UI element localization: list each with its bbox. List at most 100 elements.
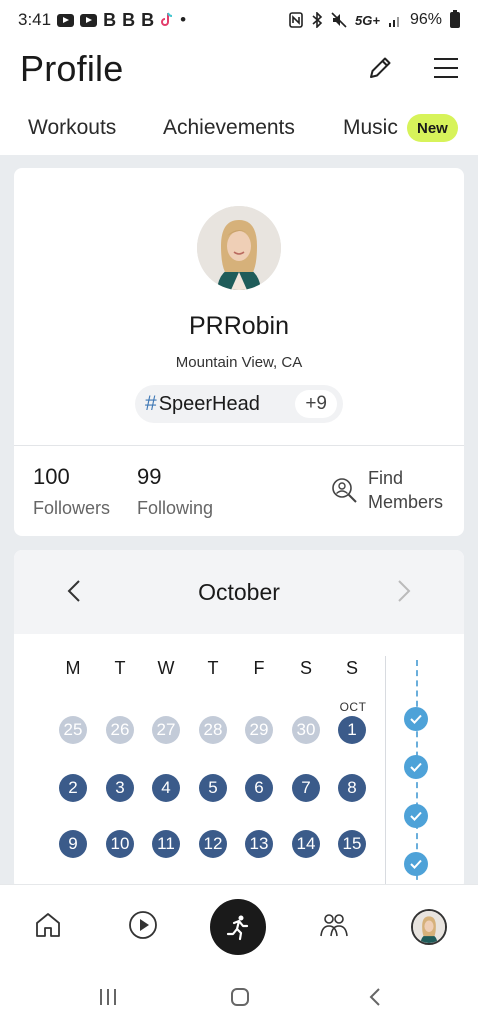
find-members-label-line2: Members [368, 492, 444, 512]
tab-achievements[interactable]: Achievements [163, 116, 295, 140]
youtube-icon [57, 13, 75, 27]
nav-profile-avatar[interactable] [411, 909, 447, 945]
followers-stat[interactable]: 100 Followers [33, 464, 110, 519]
weekday-label: T [114, 658, 126, 678]
calendar-day[interactable]: 30 [292, 716, 320, 744]
next-month-button[interactable] [396, 578, 412, 609]
calendar-day[interactable]: 10 [106, 830, 134, 858]
calendar-day[interactable]: 15 [338, 830, 366, 858]
calendar-day[interactable]: 29 [245, 716, 273, 744]
calendar-day[interactable]: 12 [199, 830, 227, 858]
hamburger-menu-icon [434, 58, 458, 78]
tab-workouts[interactable]: Workouts [28, 116, 116, 140]
runner-icon [226, 915, 249, 941]
username: PRRobin [188, 312, 290, 340]
following-stat[interactable]: 99 Following [137, 464, 213, 519]
calendar-day[interactable]: 6 [245, 774, 273, 802]
status-time: 3:41 [18, 10, 52, 29]
calendar-day[interactable]: 27 [152, 716, 180, 744]
back-icon [369, 988, 380, 1006]
calendar-header: October [14, 550, 464, 634]
youtube-icon [80, 13, 98, 27]
b-notification: B [141, 9, 155, 30]
month-marker: OCT [339, 700, 367, 714]
week-complete-check-icon [404, 852, 428, 876]
signal-icon [388, 13, 402, 27]
weekday-label: S [299, 658, 312, 678]
calendar-day[interactable]: 9 [59, 830, 87, 858]
nav-groups[interactable] [314, 905, 354, 945]
chevron-right-icon [398, 580, 411, 602]
nfc-icon [289, 12, 303, 28]
weekday-label: F [253, 658, 265, 678]
recent-apps-button[interactable] [93, 984, 123, 1010]
home-icon [36, 913, 60, 937]
nav-record-button[interactable] [210, 899, 266, 955]
bluetooth-icon [311, 12, 323, 28]
following-count: 99 [137, 464, 162, 489]
calendar-day[interactable]: 25 [59, 716, 87, 744]
calendar-day[interactable]: 3 [106, 774, 134, 802]
location: Mountain View, CA [175, 354, 303, 371]
week-complete-check-icon [404, 755, 428, 779]
calendar-day[interactable]: 2 [59, 774, 87, 802]
calendar-day[interactable]: 14 [292, 830, 320, 858]
page-title: Profile [20, 48, 124, 89]
find-members-label-line1: Find [368, 468, 404, 488]
mute-icon [331, 12, 347, 28]
network-label: 5G+ [355, 12, 380, 28]
b-notification: B [103, 9, 117, 30]
hash-icon: # [145, 392, 157, 415]
divider [14, 445, 464, 446]
weekday-label: S [345, 658, 358, 678]
battery-percent: 96% [409, 11, 442, 28]
following-label: Following [137, 498, 214, 518]
hashtag-pill[interactable]: # SpeerHead +9 [135, 385, 343, 423]
weekday-label: W [157, 658, 175, 678]
dot-icon: • [180, 10, 187, 29]
weekday-label: T [207, 658, 219, 678]
play-icon [129, 911, 157, 939]
weekday-label: M [65, 658, 81, 678]
calendar-day[interactable]: 8 [338, 774, 366, 802]
find-members-button[interactable]: Find Members [330, 466, 443, 514]
week-complete-check-icon [404, 804, 428, 828]
followers-label: Followers [33, 498, 111, 518]
b-notification: B [122, 9, 136, 30]
hashtag-more-count[interactable]: +9 [295, 390, 337, 418]
calendar-day[interactable]: 1 [338, 716, 366, 744]
system-nav-bar [0, 972, 478, 1024]
menu-button[interactable] [426, 48, 466, 88]
profile-card: PRRobin Mountain View, CA # SpeerHead +9… [14, 168, 464, 536]
calendar-day[interactable]: 7 [292, 774, 320, 802]
calendar-day[interactable]: 28 [199, 716, 227, 744]
calendar-day[interactable]: 13 [245, 830, 273, 858]
calendar-divider [385, 656, 386, 890]
tiktok-icon [160, 12, 174, 28]
edit-profile-button[interactable] [360, 48, 400, 88]
calendar-day[interactable]: 4 [152, 774, 180, 802]
system-home-button[interactable] [225, 984, 255, 1010]
nav-home[interactable] [28, 905, 68, 945]
calendar-day[interactable]: 5 [199, 774, 227, 802]
followers-count: 100 [33, 464, 70, 489]
header: Profile Workouts Achievements Music New [0, 40, 478, 155]
groups-icon [320, 914, 348, 937]
calendar-card: October M T W T F S S OCT 25 26 27 28 29… [14, 550, 464, 890]
pencil-icon [370, 57, 391, 78]
bottom-nav [0, 884, 478, 972]
system-back-button[interactable] [360, 984, 390, 1010]
recent-apps-icon [100, 989, 116, 1005]
calendar-day[interactable]: 11 [152, 830, 180, 858]
status-bar: 3:41 B B B • 5G+ 96% [0, 0, 478, 40]
avatar[interactable] [197, 206, 281, 290]
search-person-icon [332, 478, 357, 503]
calendar-day[interactable]: 26 [106, 716, 134, 744]
new-badge: New [407, 114, 458, 142]
home-square-icon [231, 988, 249, 1006]
battery-icon [450, 10, 460, 28]
week-complete-check-icon [404, 707, 428, 731]
tab-music[interactable]: Music [343, 116, 398, 140]
nav-play[interactable] [123, 905, 163, 945]
hashtag-label: SpeerHead [158, 392, 260, 415]
